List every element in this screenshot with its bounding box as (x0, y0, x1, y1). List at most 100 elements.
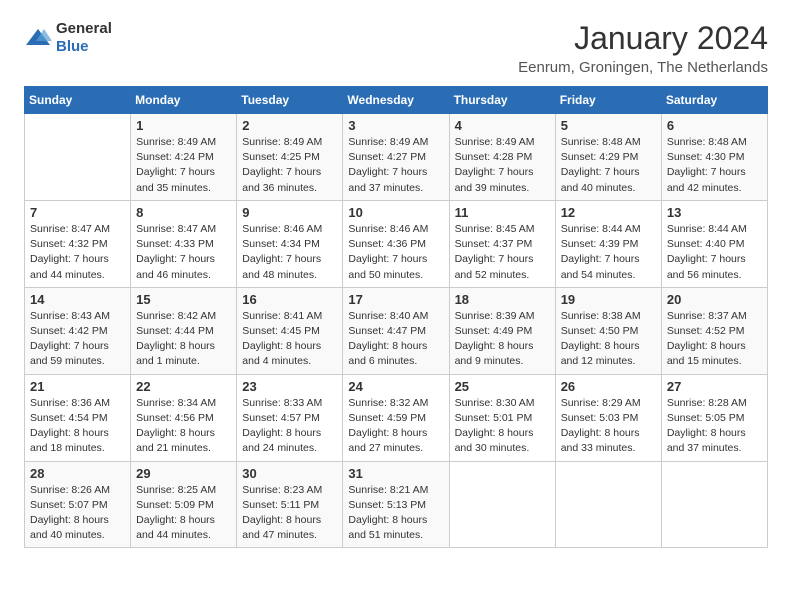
calendar-day-cell: 16Sunrise: 8:41 AMSunset: 4:45 PMDayligh… (237, 287, 343, 374)
calendar-day-cell: 15Sunrise: 8:42 AMSunset: 4:44 PMDayligh… (131, 287, 237, 374)
day-of-week-header: Sunday (25, 87, 131, 114)
day-info: Sunrise: 8:33 AMSunset: 4:57 PMDaylight:… (242, 396, 337, 457)
title-area: January 2024 Eenrum, Groningen, The Neth… (518, 20, 768, 76)
day-number: 20 (667, 292, 762, 307)
day-number: 28 (30, 466, 125, 481)
day-number: 13 (667, 205, 762, 220)
calendar-day-cell: 14Sunrise: 8:43 AMSunset: 4:42 PMDayligh… (25, 287, 131, 374)
day-of-week-header: Wednesday (343, 87, 449, 114)
day-info: Sunrise: 8:30 AMSunset: 5:01 PMDaylight:… (455, 396, 550, 457)
calendar-day-cell: 17 Sunrise: 8:40 AMSunset: 4:47 PMDayligh… (343, 287, 449, 374)
calendar-day-cell: 27 Sunrise: 8:28 AMSunset: 5:05 PMDayligh… (661, 374, 767, 461)
day-number: 29 (136, 466, 231, 481)
day-info: Sunrise: 8:34 AMSunset: 4:56 PMDaylight:… (136, 396, 231, 457)
day-info: Sunrise: 8:49 AMSunset: 4:25 PMDaylight:… (242, 135, 337, 196)
day-info: Sunrise: 8:38 AMSunset: 4:50 PMDaylight:… (561, 309, 656, 370)
day-number: 24 (348, 379, 443, 394)
day-number: 18 (455, 292, 550, 307)
calendar-week-row: 14Sunrise: 8:43 AMSunset: 4:42 PMDayligh… (25, 287, 768, 374)
day-of-week-header: Thursday (449, 87, 555, 114)
day-number: 10 (348, 205, 443, 220)
day-info: Sunrise: 8:28 AMSunset: 5:05 PMDaylight:… (667, 396, 762, 457)
calendar-week-row: 1Sunrise: 8:49 AMSunset: 4:24 PMDaylight… (25, 114, 768, 201)
calendar-day-cell: 24 Sunrise: 8:32 AMSunset: 4:59 PMDayligh… (343, 374, 449, 461)
calendar-table: SundayMondayTuesdayWednesdayThursdayFrid… (24, 86, 768, 548)
calendar-day-cell: 30 Sunrise: 8:23 AMSunset: 5:11 PMDayligh… (237, 461, 343, 548)
calendar-day-cell: 18Sunrise: 8:39 AMSunset: 4:49 PMDayligh… (449, 287, 555, 374)
day-number: 30 (242, 466, 337, 481)
day-number: 27 (667, 379, 762, 394)
calendar-day-cell: 4 Sunrise: 8:49 AMSunset: 4:28 PMDaylight… (449, 114, 555, 201)
calendar-day-cell: 1Sunrise: 8:49 AMSunset: 4:24 PMDaylight… (131, 114, 237, 201)
day-of-week-header: Monday (131, 87, 237, 114)
day-info: Sunrise: 8:45 AMSunset: 4:37 PMDaylight:… (455, 222, 550, 283)
day-number: 6 (667, 118, 762, 133)
calendar-day-cell: 25 Sunrise: 8:30 AMSunset: 5:01 PMDayligh… (449, 374, 555, 461)
calendar-day-cell: 9Sunrise: 8:46 AMSunset: 4:34 PMDaylight… (237, 200, 343, 287)
day-number: 2 (242, 118, 337, 133)
month-title: January 2024 (518, 20, 768, 57)
calendar-day-cell: 22 Sunrise: 8:34 AMSunset: 4:56 PMDayligh… (131, 374, 237, 461)
day-info: Sunrise: 8:26 AMSunset: 5:07 PMDaylight:… (30, 483, 125, 544)
logo-icon (24, 27, 52, 49)
day-info: Sunrise: 8:29 AMSunset: 5:03 PMDaylight:… (561, 396, 656, 457)
day-number: 19 (561, 292, 656, 307)
calendar-empty-cell (555, 461, 661, 548)
day-of-week-header: Tuesday (237, 87, 343, 114)
calendar-day-cell: 28 Sunrise: 8:26 AMSunset: 5:07 PMDayligh… (25, 461, 131, 548)
calendar-day-cell: 8Sunrise: 8:47 AMSunset: 4:33 PMDaylight… (131, 200, 237, 287)
calendar-day-cell: 26 Sunrise: 8:29 AMSunset: 5:03 PMDayligh… (555, 374, 661, 461)
calendar-day-cell: 13Sunrise: 8:44 AMSunset: 4:40 PMDayligh… (661, 200, 767, 287)
day-info: Sunrise: 8:48 AMSunset: 4:30 PMDaylight:… (667, 135, 762, 196)
day-number: 23 (242, 379, 337, 394)
day-info: Sunrise: 8:36 AMSunset: 4:54 PMDaylight:… (30, 396, 125, 457)
calendar-day-cell: 2 Sunrise: 8:49 AMSunset: 4:25 PMDaylight… (237, 114, 343, 201)
day-info: Sunrise: 8:21 AMSunset: 5:13 PMDaylight:… (348, 483, 443, 544)
day-info: Sunrise: 8:40 AMSunset: 4:47 PMDaylight:… (348, 309, 443, 370)
logo-text: General Blue (56, 20, 112, 56)
day-number: 3 (348, 118, 443, 133)
day-number: 17 (348, 292, 443, 307)
day-number: 11 (455, 205, 550, 220)
calendar-empty-cell (25, 114, 131, 201)
day-number: 21 (30, 379, 125, 394)
calendar-empty-cell (449, 461, 555, 548)
day-number: 22 (136, 379, 231, 394)
day-number: 14 (30, 292, 125, 307)
calendar-week-row: 28 Sunrise: 8:26 AMSunset: 5:07 PMDayligh… (25, 461, 768, 548)
day-info: Sunrise: 8:23 AMSunset: 5:11 PMDaylight:… (242, 483, 337, 544)
calendar-day-cell: 11 Sunrise: 8:45 AMSunset: 4:37 PMDayligh… (449, 200, 555, 287)
day-info: Sunrise: 8:32 AMSunset: 4:59 PMDaylight:… (348, 396, 443, 457)
logo-blue: Blue (56, 38, 89, 55)
day-number: 4 (455, 118, 550, 133)
day-info: Sunrise: 8:42 AMSunset: 4:44 PMDaylight:… (136, 309, 231, 370)
day-number: 12 (561, 205, 656, 220)
day-info: Sunrise: 8:49 AMSunset: 4:28 PMDaylight:… (455, 135, 550, 196)
day-number: 25 (455, 379, 550, 394)
calendar-day-cell: 19 Sunrise: 8:38 AMSunset: 4:50 PMDayligh… (555, 287, 661, 374)
day-of-week-header: Saturday (661, 87, 767, 114)
logo: General Blue (24, 20, 112, 56)
day-info: Sunrise: 8:48 AMSunset: 4:29 PMDaylight:… (561, 135, 656, 196)
calendar-day-cell: 7 Sunrise: 8:47 AMSunset: 4:32 PMDaylight… (25, 200, 131, 287)
location-title: Eenrum, Groningen, The Netherlands (518, 59, 768, 76)
day-info: Sunrise: 8:47 AMSunset: 4:32 PMDaylight:… (30, 222, 125, 283)
day-info: Sunrise: 8:46 AMSunset: 4:36 PMDaylight:… (348, 222, 443, 283)
day-info: Sunrise: 8:37 AMSunset: 4:52 PMDaylight:… (667, 309, 762, 370)
day-info: Sunrise: 8:44 AMSunset: 4:39 PMDaylight:… (561, 222, 656, 283)
day-number: 9 (242, 205, 337, 220)
day-of-week-header: Friday (555, 87, 661, 114)
calendar-day-cell: 31 Sunrise: 8:21 AMSunset: 5:13 PMDayligh… (343, 461, 449, 548)
day-number: 31 (348, 466, 443, 481)
calendar-day-cell: 29Sunrise: 8:25 AMSunset: 5:09 PMDayligh… (131, 461, 237, 548)
day-info: Sunrise: 8:49 AMSunset: 4:27 PMDaylight:… (348, 135, 443, 196)
calendar-day-cell: 10 Sunrise: 8:46 AMSunset: 4:36 PMDayligh… (343, 200, 449, 287)
calendar-day-cell: 21 Sunrise: 8:36 AMSunset: 4:54 PMDayligh… (25, 374, 131, 461)
day-info: Sunrise: 8:49 AMSunset: 4:24 PMDaylight:… (136, 135, 231, 196)
day-number: 26 (561, 379, 656, 394)
calendar-day-cell: 23 Sunrise: 8:33 AMSunset: 4:57 PMDayligh… (237, 374, 343, 461)
calendar-week-row: 21 Sunrise: 8:36 AMSunset: 4:54 PMDayligh… (25, 374, 768, 461)
day-number: 7 (30, 205, 125, 220)
calendar-day-cell: 12 Sunrise: 8:44 AMSunset: 4:39 PMDayligh… (555, 200, 661, 287)
calendar-day-cell: 3 Sunrise: 8:49 AMSunset: 4:27 PMDaylight… (343, 114, 449, 201)
